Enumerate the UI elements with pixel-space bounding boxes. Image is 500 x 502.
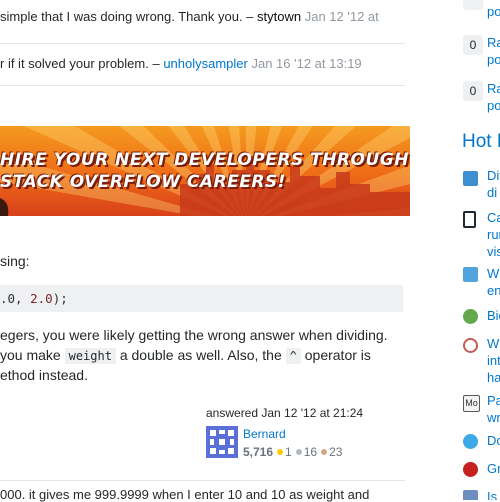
last-site-icon — [463, 490, 478, 500]
bronze-badge-icon — [321, 449, 328, 456]
careers-banner-ad[interactable]: HIRE YOUR NEXT DEVELOPERS THROUGH STACK … — [0, 126, 410, 216]
comment-1: simple that I was doing wrong. Thank you… — [0, 9, 379, 24]
answer-signature: answered Jan 12 '12 at 21:24 Bernard 5,7… — [206, 406, 406, 459]
link-line: Dif — [487, 168, 500, 183]
gold-badge-icon — [277, 449, 284, 456]
comment-user-link[interactable]: stytown — [257, 9, 301, 24]
link-line: Do — [487, 433, 500, 448]
hot-question-link[interactable]: Bio — [487, 307, 500, 324]
reputation-score: 5,716 — [243, 445, 274, 459]
hot-question-link[interactable]: Dif di ' — [487, 167, 500, 201]
link-line: Gro — [487, 461, 500, 476]
answer-paragraph-2: you make weight a double as well. Also, … — [0, 347, 371, 364]
comment-date: Jan 16 '12 at 13:19 — [251, 56, 362, 71]
hot-question-link[interactable]: Ca run visi — [487, 209, 500, 260]
link-line: di ' — [487, 185, 500, 200]
comment-divider — [0, 480, 405, 481]
comment-text: r if it solved your problem. – — [0, 56, 160, 71]
answered-timestamp: answered Jan 12 '12 at 21:24 — [206, 406, 364, 420]
link-line: run — [487, 227, 500, 242]
code-prefix: .0, — [0, 291, 31, 306]
link-line: Wh — [487, 336, 500, 351]
linked-vote-count: 0 — [463, 81, 483, 101]
para-text: operator is — [304, 347, 371, 363]
arqade-icon — [463, 171, 478, 186]
link-line: Wh — [487, 266, 500, 281]
link-line: wri — [487, 410, 500, 425]
link-line: po — [487, 98, 500, 113]
code-suffix: ); — [52, 291, 68, 306]
link-line: har — [487, 370, 500, 385]
hot-question-link[interactable]: Wh intr har — [487, 335, 500, 386]
inline-code-weight: weight — [64, 348, 116, 364]
code-block: .0, 2.0); — [0, 285, 403, 312]
hot-question-link[interactable]: Do — [487, 432, 500, 449]
answer-paragraph-1: egers, you were likely getting the wrong… — [0, 327, 388, 343]
gro-icon — [463, 462, 478, 477]
link-line: ent — [487, 283, 500, 298]
banner-skyline — [0, 156, 410, 216]
bio-icon — [463, 309, 478, 324]
link-line: visi — [487, 244, 500, 259]
link-line: Ra — [487, 35, 500, 50]
link-line: po — [487, 52, 500, 67]
link-line: Bio — [487, 308, 500, 323]
link-line: intr — [487, 353, 500, 368]
linked-vote-count: 0 — [463, 35, 483, 55]
code-review-icon — [463, 211, 476, 228]
gold-count: 1 — [285, 445, 292, 459]
hot-question-link[interactable]: Is i — [487, 488, 500, 500]
chemistry-icon — [463, 267, 478, 282]
hot-question-link[interactable]: Pa wri — [487, 392, 500, 426]
user-name-link[interactable]: Bernard — [243, 427, 286, 441]
answer-intro: sing: — [0, 253, 30, 269]
banner-line-2: STACK OVERFLOW CAREERS! — [0, 172, 286, 192]
user-avatar[interactable] — [206, 426, 238, 458]
answer-paragraph-3: ethod instead. — [0, 367, 88, 383]
mo-icon: Mo — [463, 395, 480, 412]
para-text: you make — [0, 347, 61, 363]
comment-text: simple that I was doing wrong. Thank you… — [0, 9, 254, 24]
right-sidebar: po 0 Ra po 0 Ra po Hot N Dif di ' Ca run… — [455, 0, 500, 500]
para-text: a double as well. Also, the — [119, 347, 282, 363]
link-line: Pa — [487, 393, 500, 408]
banner-line-1: HIRE YOUR NEXT DEVELOPERS THROUGH — [0, 150, 409, 170]
silver-count: 16 — [303, 445, 318, 459]
board-game-icon — [463, 338, 478, 353]
hot-question-link[interactable]: Gro — [487, 460, 500, 477]
comment-divider — [0, 43, 405, 44]
identicon-icon — [206, 426, 238, 458]
user-reputation: 5,716 1 16 23 — [243, 445, 342, 459]
link-line: Is i — [487, 489, 500, 500]
linked-question-link[interactable]: po — [487, 3, 500, 20]
comment-date: Jan 12 '12 at — [304, 9, 379, 24]
linked-vote-count — [463, 0, 483, 10]
comment-divider — [0, 85, 405, 86]
silver-badge-icon — [295, 449, 302, 456]
comment-user-link[interactable]: unholysampler — [163, 56, 248, 71]
comment-2: r if it solved your problem. – unholysam… — [0, 56, 362, 71]
dos-icon — [463, 434, 478, 449]
inline-code-caret: ^ — [285, 348, 301, 364]
link-line: Ra — [487, 81, 500, 96]
hot-question-link[interactable]: Wh ent — [487, 265, 500, 299]
linked-question-link[interactable]: Ra po — [487, 34, 500, 68]
code-number: 2.0 — [30, 291, 53, 306]
hot-network-questions-title: Hot N — [462, 131, 500, 152]
bronze-count: 23 — [329, 445, 343, 459]
link-line: Ca — [487, 210, 500, 225]
linked-question-link[interactable]: Ra po — [487, 80, 500, 114]
